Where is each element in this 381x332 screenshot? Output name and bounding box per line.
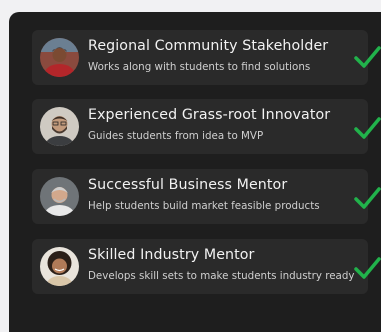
check-icon bbox=[354, 187, 381, 209]
mentor-title: Skilled Industry Mentor bbox=[88, 247, 255, 263]
check-icon bbox=[354, 117, 381, 139]
mentor-card-industry-mentor: Skilled Industry Mentor Develops skill s… bbox=[32, 239, 368, 294]
mentor-subtitle: Develops skill sets to make students ind… bbox=[88, 270, 355, 282]
mentor-subtitle: Works along with students to find soluti… bbox=[88, 61, 311, 73]
mentor-subtitle: Guides students from idea to MVP bbox=[88, 130, 264, 142]
check-icon bbox=[354, 257, 381, 279]
mentor-title: Regional Community Stakeholder bbox=[88, 38, 329, 54]
person-curly-hair-avatar bbox=[40, 247, 79, 286]
mentor-card-grassroot-innovator: Experienced Grass-root Innovator Guides … bbox=[32, 99, 368, 154]
mentor-title: Successful Business Mentor bbox=[88, 177, 288, 193]
mentor-card-community-stakeholder: Regional Community Stakeholder Works alo… bbox=[32, 30, 368, 85]
mentor-card-business-mentor: Successful Business Mentor Help students… bbox=[32, 169, 368, 224]
person-glasses-beard-avatar bbox=[40, 107, 79, 146]
person-red-jacket-avatar bbox=[40, 38, 79, 77]
mentor-subtitle: Help students build market feasible prod… bbox=[88, 200, 320, 212]
check-icon bbox=[354, 46, 381, 68]
mentor-title: Experienced Grass-root Innovator bbox=[88, 107, 331, 123]
person-grey-hair-avatar bbox=[40, 177, 79, 216]
